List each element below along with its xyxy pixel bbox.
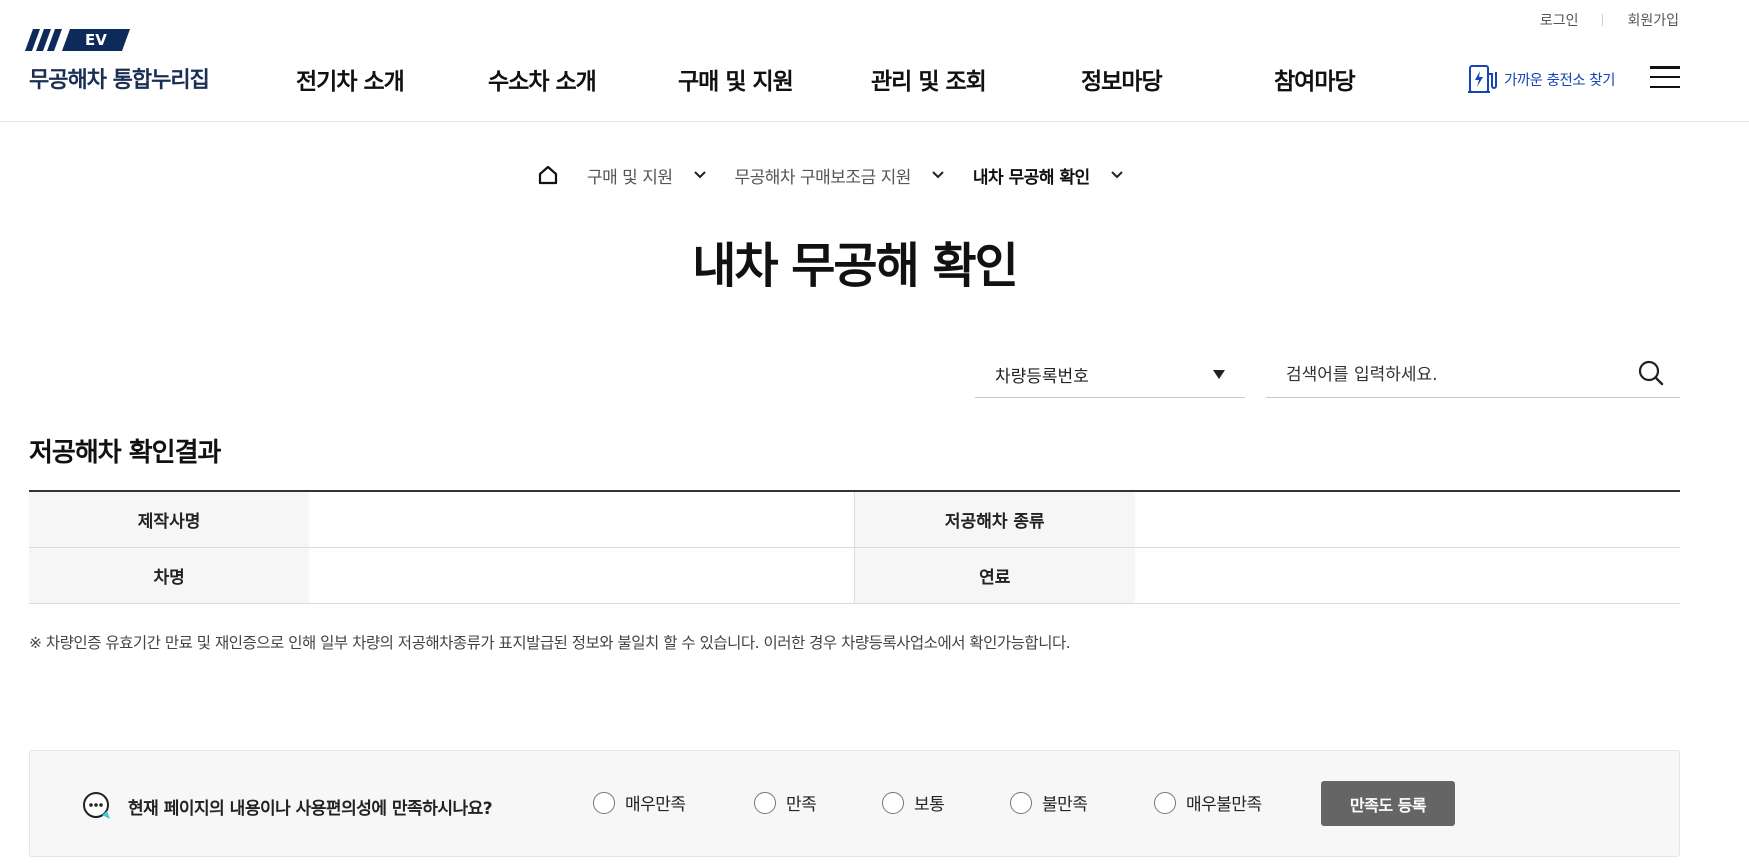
chat-bubble-icon [83, 792, 110, 819]
breadcrumb-label: 구매 및 지원 [587, 167, 673, 188]
home-icon[interactable] [537, 164, 559, 186]
survey-question: 현재 페이지의 내용이나 사용편의성에 만족하시나요? [80, 789, 493, 823]
survey-option-label: 매우불만족 [1186, 795, 1262, 815]
nearby-charger-link[interactable]: 가까운 충전소 찾기 [1466, 62, 1615, 96]
breadcrumb-item-current[interactable]: 내차 무공해 확인 [973, 163, 1124, 188]
hamburger-menu-icon[interactable] [1650, 66, 1680, 88]
caret-down-icon [1213, 370, 1225, 379]
breadcrumb-label: 무공해차 구매보조금 지원 [734, 167, 912, 188]
survey-option-label: 보통 [914, 795, 945, 815]
divider [1602, 14, 1604, 26]
table-cell [1134, 547, 1680, 604]
nearby-charger-label: 가까운 충전소 찾기 [1504, 72, 1615, 89]
table-row: 제작사명 저공해차 종류 [29, 491, 1680, 548]
nav-item-info[interactable]: 정보마당 [1081, 62, 1163, 96]
table-header-cell: 연료 [853, 547, 1135, 604]
table-header-cell: 차명 [29, 547, 310, 604]
chevron-down-icon[interactable] [931, 170, 945, 180]
radio-button[interactable] [593, 791, 615, 814]
satisfaction-survey: 현재 페이지의 내용이나 사용편의성에 만족하시나요? 매우만족 만족 보통 불… [29, 750, 1680, 857]
table-header-cell: 제작사명 [29, 491, 310, 548]
survey-option-dissatisfied[interactable]: 불만족 [1010, 790, 1088, 815]
table-row: 차명 연료 [29, 547, 1680, 604]
menu-line [1650, 66, 1680, 69]
menu-line [1650, 85, 1680, 88]
radio-button[interactable] [754, 791, 776, 814]
site-logo[interactable]: EV 무공해차 통합누리집 [24, 28, 210, 94]
logo-mark: EV [24, 28, 209, 52]
result-table: 제작사명 저공해차 종류 차명 연료 [29, 490, 1680, 604]
breadcrumb-label: 내차 무공해 확인 [972, 167, 1090, 188]
page-title: 내차 무공해 확인 [692, 238, 1019, 294]
nav-item-manage-inquiry[interactable]: 관리 및 조회 [871, 62, 987, 96]
result-section-title: 저공해차 확인결과 [29, 438, 221, 468]
table-cell [309, 547, 855, 604]
survey-option-very-dissatisfied[interactable]: 매우불만족 [1154, 790, 1262, 815]
chevron-down-icon[interactable] [693, 170, 707, 180]
nav-item-ev-intro[interactable]: 전기차 소개 [296, 62, 405, 96]
result-notice: ※ 차량인증 유효기간 만료 및 재인증으로 인해 일부 차량의 저공해차종류가… [29, 634, 1071, 652]
breadcrumb-item-subsidy[interactable]: 무공해차 구매보조금 지원 [735, 163, 945, 188]
logo-ev-badge: EV [61, 29, 131, 51]
table-cell [1134, 491, 1680, 548]
survey-option-label: 불만족 [1042, 795, 1088, 815]
nav-item-hydrogen-intro[interactable]: 수소차 소개 [488, 62, 597, 96]
nav-item-purchase-support[interactable]: 구매 및 지원 [678, 62, 794, 96]
survey-question-text: 현재 페이지의 내용이나 사용편의성에 만족하시나요? [128, 798, 493, 819]
table-header-cell: 저공해차 종류 [853, 491, 1135, 548]
survey-submit-button[interactable]: 만족도 등록 [1321, 781, 1455, 826]
survey-option-neutral[interactable]: 보통 [882, 790, 945, 815]
signup-link[interactable]: 회원가입 [1627, 10, 1679, 30]
logo-text: 무공해차 통합누리집 [29, 68, 210, 93]
survey-option-satisfied[interactable]: 만족 [754, 790, 817, 815]
survey-option-label: 매우만족 [625, 795, 686, 815]
radio-button[interactable] [882, 791, 904, 814]
breadcrumb: 구매 및 지원 무공해차 구매보조금 지원 내차 무공해 확인 [537, 160, 1152, 190]
charger-icon [1468, 65, 1497, 93]
nav-item-participation[interactable]: 참여마당 [1274, 62, 1356, 96]
survey-option-very-satisfied[interactable]: 매우만족 [593, 790, 686, 815]
table-cell [309, 491, 855, 548]
menu-line [1650, 75, 1680, 79]
utility-links: 로그인 회원가입 [1540, 10, 1679, 30]
radio-button[interactable] [1154, 791, 1176, 814]
breadcrumb-item-purchase-support[interactable]: 구매 및 지원 [587, 163, 707, 188]
survey-option-label: 만족 [786, 795, 817, 815]
site-header: 로그인 회원가입 EV 무공해차 통합누리집 전기차 소개 수소차 소개 구매 … [0, 0, 1749, 122]
search-type-select[interactable]: 차량등록번호 [975, 352, 1245, 398]
chevron-down-icon[interactable] [1110, 170, 1124, 180]
login-link[interactable]: 로그인 [1540, 10, 1579, 30]
radio-button[interactable] [1010, 791, 1032, 814]
search-input[interactable] [1286, 364, 1616, 385]
search-box [1266, 352, 1680, 398]
search-icon[interactable] [1637, 359, 1665, 391]
search-type-value: 차량등록번호 [995, 367, 1089, 387]
